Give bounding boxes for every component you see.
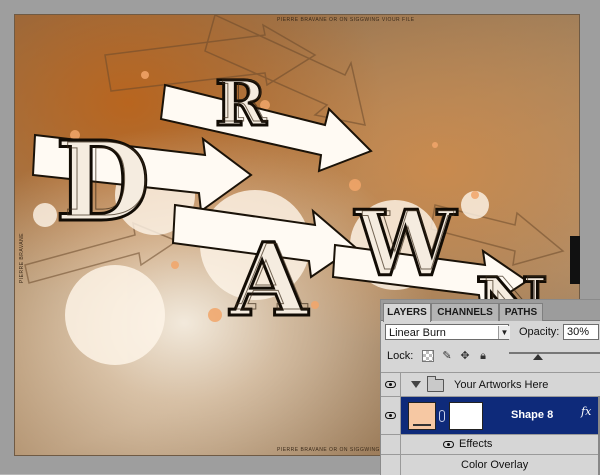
vector-mask-thumbnail[interactable] [449,402,483,430]
visibility-toggle[interactable] [381,397,401,434]
folder-icon [427,376,444,392]
group-name: Your Artworks Here [454,379,549,391]
svg-text:A: A [236,225,308,331]
effect-visibility-cell [381,455,401,475]
eye-icon [385,381,396,388]
opacity-label: Opacity: [519,326,560,338]
lock-brush-icon[interactable]: ✎ [441,350,453,362]
lock-transparent-icon[interactable] [422,350,434,362]
opacity-slider-track[interactable] [509,352,600,354]
layer-thumbnail[interactable] [408,402,436,430]
eye-icon [385,412,396,419]
lock-move-icon[interactable]: ✥ [459,350,471,362]
effects-row[interactable]: Effects [381,434,600,454]
svg-text:W: W [362,194,454,288]
artwork-caption-top: PIERRE BRAVANE OR ON SIGGWING VIOUR FILE [277,17,415,23]
tab-layers[interactable]: LAYERS [383,303,431,322]
layer-row-selected[interactable]: Shape 8 fx [381,396,600,434]
link-icon[interactable] [439,410,445,422]
effects-visibility-cell [381,435,401,454]
layer-group-row[interactable]: Your Artworks Here [381,372,600,396]
lock-row: Lock: ✎ ✥ 🔒︎ [385,348,600,366]
canvas-edge-shadow [570,236,580,284]
eye-icon[interactable] [443,441,454,448]
opacity-input[interactable]: 30% [563,324,599,340]
opacity-slider-thumb[interactable] [533,354,543,360]
effect-item-color-overlay[interactable]: Color Overlay [381,454,600,475]
svg-text:D: D [63,121,150,239]
blend-mode-select[interactable]: Linear Burn ▼ [385,324,510,340]
tab-channels[interactable]: CHANNELS [431,303,499,321]
expand-triangle-icon[interactable] [411,381,421,388]
effects-label: Effects [459,438,493,450]
effect-label: Color Overlay [461,459,529,471]
svg-text:R: R [220,69,267,135]
fx-icon[interactable]: fx [581,405,591,418]
visibility-toggle[interactable] [381,373,401,396]
layer-name: Shape 8 [511,409,554,421]
tab-paths[interactable]: PATHS [499,303,543,321]
panel-tabs: LAYERS CHANNELS PATHS [381,300,600,322]
blend-mode-value: Linear Burn [389,327,446,339]
artwork-caption-left: PIERRE BRAVANE [19,232,26,284]
lock-label: Lock: [387,350,414,362]
blend-row: Linear Burn ▼ Opacity: 30% [385,324,599,342]
chevron-down-icon[interactable]: ▼ [498,326,510,339]
layers-panel: LAYERS CHANNELS PATHS Linear Burn ▼ Opac… [380,299,600,475]
lock-all-icon[interactable]: 🔒︎ [477,350,489,362]
